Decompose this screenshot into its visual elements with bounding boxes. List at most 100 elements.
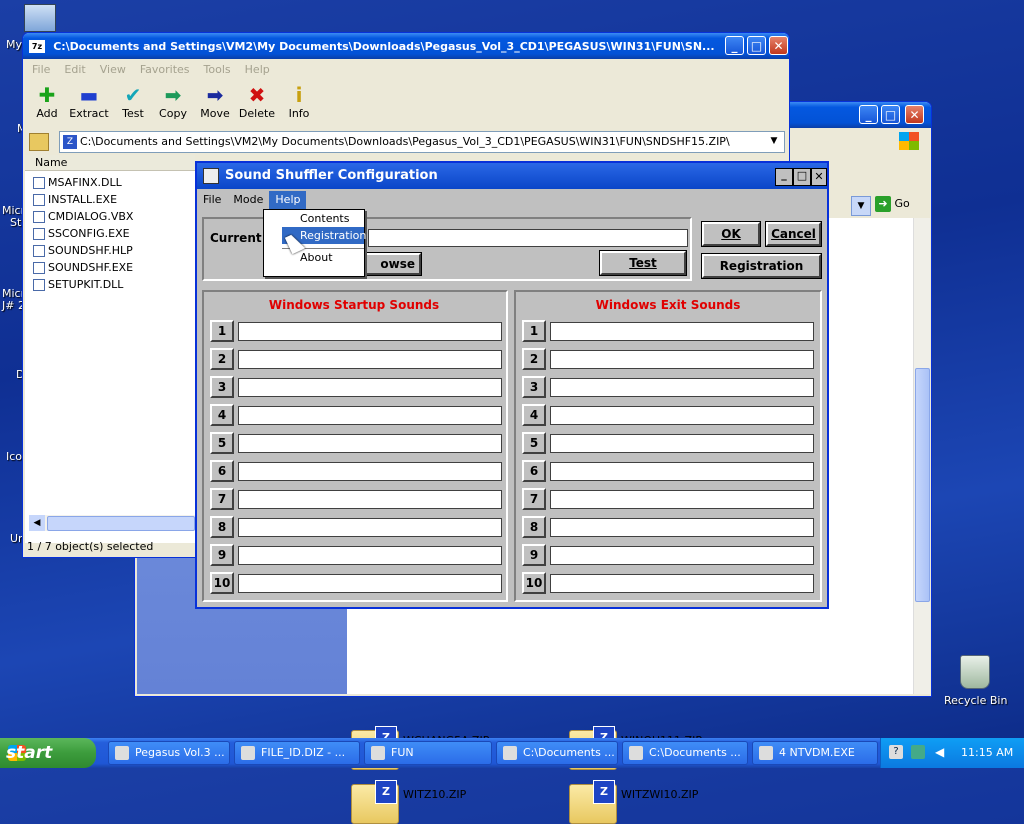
- exit-slot-button[interactable]: 10: [522, 572, 546, 594]
- close-button[interactable]: ✕: [905, 105, 924, 124]
- exit-slot-field[interactable]: [550, 406, 814, 425]
- exit-slot-button[interactable]: 8: [522, 516, 546, 538]
- taskbar-button[interactable]: C:\Documents ...: [496, 741, 618, 765]
- exit-slot-field[interactable]: [550, 378, 814, 397]
- exit-slot-button[interactable]: 6: [522, 460, 546, 482]
- registration-button[interactable]: Registration: [702, 254, 821, 278]
- test-button[interactable]: ✔ Test: [111, 83, 155, 120]
- file-row[interactable]: CMDIALOG.VBX: [33, 208, 133, 225]
- minimize-button[interactable]: _: [859, 105, 878, 124]
- sevenzip-titlebar[interactable]: 7z C:\Documents and Settings\VM2\My Docu…: [23, 33, 789, 59]
- startup-slot-button[interactable]: 10: [210, 572, 234, 594]
- dialog-menu-file[interactable]: File: [197, 191, 227, 209]
- address-dropdown-icon[interactable]: ▼: [766, 133, 782, 149]
- exit-slot-button[interactable]: 4: [522, 404, 546, 426]
- close-button[interactable]: ✕: [811, 168, 827, 186]
- go-button[interactable]: ➜ Go: [875, 196, 919, 214]
- ok-button[interactable]: OK: [702, 222, 760, 246]
- recycle-bin-label[interactable]: Recycle Bin: [944, 694, 1007, 707]
- startup-slot-button[interactable]: 3: [210, 376, 234, 398]
- recycle-bin-icon[interactable]: [960, 655, 990, 689]
- help-icon[interactable]: ?: [889, 745, 903, 759]
- exit-slot-field[interactable]: [550, 546, 814, 565]
- exit-slot-field[interactable]: [550, 518, 814, 537]
- close-button[interactable]: ✕: [769, 36, 788, 55]
- scrollbar-thumb[interactable]: [47, 516, 195, 531]
- delete-button[interactable]: ✖ Delete: [235, 83, 279, 120]
- vertical-scrollbar[interactable]: [913, 218, 930, 694]
- start-button[interactable]: start: [0, 738, 96, 768]
- startup-slot-field[interactable]: [238, 378, 502, 397]
- browse-button[interactable]: owse: [359, 253, 421, 275]
- exit-slot-field[interactable]: [550, 322, 814, 341]
- scroll-left-icon[interactable]: ◀: [29, 515, 45, 531]
- file-row[interactable]: SOUNDSHF.EXE: [33, 259, 133, 276]
- clock[interactable]: 11:15 AM: [961, 738, 1013, 768]
- maximize-button[interactable]: □: [881, 105, 900, 124]
- startup-slot-button[interactable]: 8: [210, 516, 234, 538]
- network-icon[interactable]: [911, 745, 925, 759]
- copy-button[interactable]: ➡ Copy: [151, 83, 195, 120]
- exit-slot-field[interactable]: [550, 350, 814, 369]
- zip-file-item[interactable]: Z WITZWI10.ZIP: [569, 780, 769, 824]
- exit-slot-button[interactable]: 3: [522, 376, 546, 398]
- minimize-button[interactable]: _: [725, 36, 744, 55]
- menu-view[interactable]: View: [93, 61, 133, 79]
- startup-slot-field[interactable]: [238, 434, 502, 453]
- exit-slot-field[interactable]: [550, 434, 814, 453]
- startup-slot-field[interactable]: [238, 406, 502, 425]
- scrollbar-thumb[interactable]: [915, 368, 930, 602]
- startup-slot-button[interactable]: 4: [210, 404, 234, 426]
- startup-slot-field[interactable]: [238, 574, 502, 593]
- extract-button[interactable]: ▬ Extract: [67, 83, 111, 120]
- dialog-titlebar[interactable]: Sound Shuffler Configuration: [197, 163, 827, 189]
- test-button[interactable]: Test: [600, 251, 686, 275]
- menu-help[interactable]: Help: [238, 61, 277, 79]
- desktop-icon-label[interactable]: My: [6, 38, 22, 51]
- file-row[interactable]: SSCONFIG.EXE: [33, 225, 133, 242]
- up-folder-icon[interactable]: [29, 133, 49, 151]
- maximize-button[interactable]: □: [747, 36, 766, 55]
- horizontal-scrollbar[interactable]: ◀: [29, 515, 195, 531]
- startup-slot-button[interactable]: 5: [210, 432, 234, 454]
- startup-slot-button[interactable]: 1: [210, 320, 234, 342]
- file-row[interactable]: MSAFINX.DLL: [33, 174, 133, 191]
- startup-slot-field[interactable]: [238, 490, 502, 509]
- add-button[interactable]: ✚ Add: [25, 83, 69, 120]
- volume-icon[interactable]: ◀: [935, 745, 949, 759]
- menu-favorites[interactable]: Favorites: [133, 61, 197, 79]
- exit-slot-button[interactable]: 1: [522, 320, 546, 342]
- dialog-menu-help[interactable]: Help: [269, 191, 307, 209]
- startup-slot-field[interactable]: [238, 546, 502, 565]
- startup-slot-field[interactable]: [238, 518, 502, 537]
- maximize-button[interactable]: □: [793, 168, 811, 186]
- address-field[interactable]: Z C:\Documents and Settings\VM2\My Docume…: [59, 131, 785, 153]
- address-dropdown-icon[interactable]: ▼: [851, 196, 871, 216]
- menu-tools[interactable]: Tools: [197, 61, 238, 79]
- taskbar-button[interactable]: FILE_ID.DIZ - ...: [234, 741, 360, 765]
- startup-slot-button[interactable]: 7: [210, 488, 234, 510]
- menu-edit[interactable]: Edit: [57, 61, 92, 79]
- minimize-button[interactable]: _: [775, 168, 793, 186]
- exit-slot-field[interactable]: [550, 574, 814, 593]
- info-button[interactable]: i Info: [277, 83, 321, 120]
- startup-slot-button[interactable]: 2: [210, 348, 234, 370]
- taskbar-button[interactable]: Pegasus Vol.3 ...: [108, 741, 230, 765]
- file-row[interactable]: INSTALL.EXE: [33, 191, 133, 208]
- exit-slot-button[interactable]: 5: [522, 432, 546, 454]
- dialog-menu-mode[interactable]: Mode: [227, 191, 269, 209]
- menu-file[interactable]: File: [25, 61, 57, 79]
- file-row[interactable]: SOUNDSHF.HLP: [33, 242, 133, 259]
- current-sound-field[interactable]: [368, 229, 688, 247]
- file-row[interactable]: SETUPKIT.DLL: [33, 276, 133, 293]
- exit-slot-button[interactable]: 7: [522, 488, 546, 510]
- cancel-button[interactable]: Cancel: [766, 222, 821, 246]
- startup-slot-button[interactable]: 6: [210, 460, 234, 482]
- exit-slot-button[interactable]: 2: [522, 348, 546, 370]
- taskbar-button[interactable]: C:\Documents ...: [622, 741, 748, 765]
- startup-slot-field[interactable]: [238, 322, 502, 341]
- exit-slot-field[interactable]: [550, 462, 814, 481]
- taskbar-button[interactable]: FUN: [364, 741, 492, 765]
- column-name[interactable]: Name: [25, 155, 195, 171]
- exit-slot-button[interactable]: 9: [522, 544, 546, 566]
